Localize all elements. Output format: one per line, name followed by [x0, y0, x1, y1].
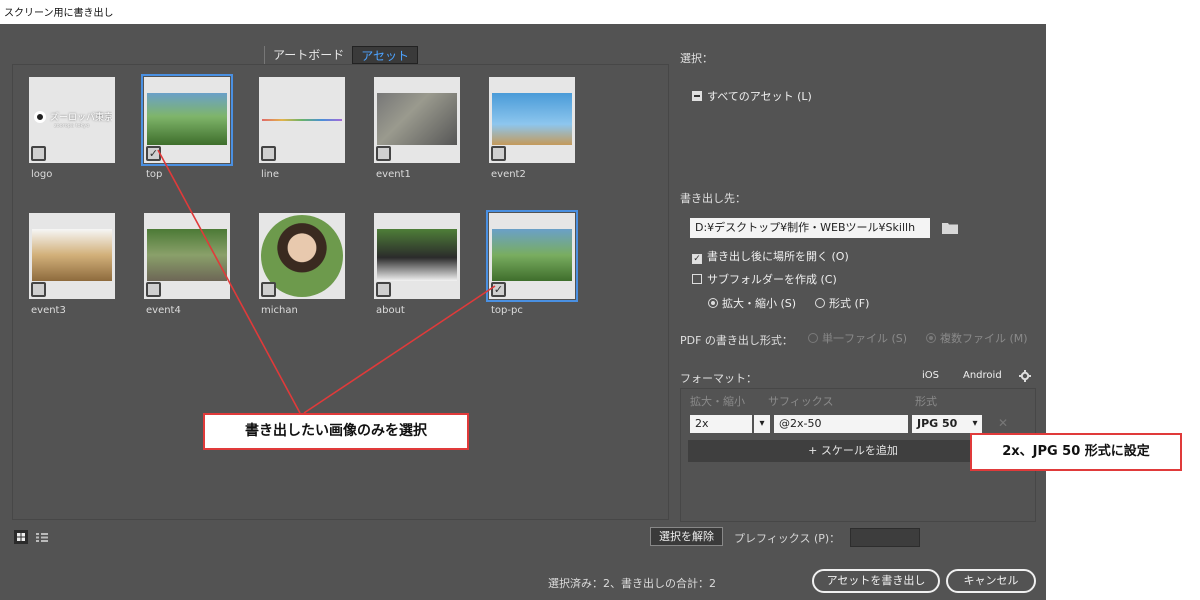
format-annotation: 2x、JPG 50 形式に設定	[970, 433, 1182, 471]
annotation-arrows	[157, 149, 496, 414]
select-annotation: 書き出したい画像のみを選択	[203, 413, 469, 450]
